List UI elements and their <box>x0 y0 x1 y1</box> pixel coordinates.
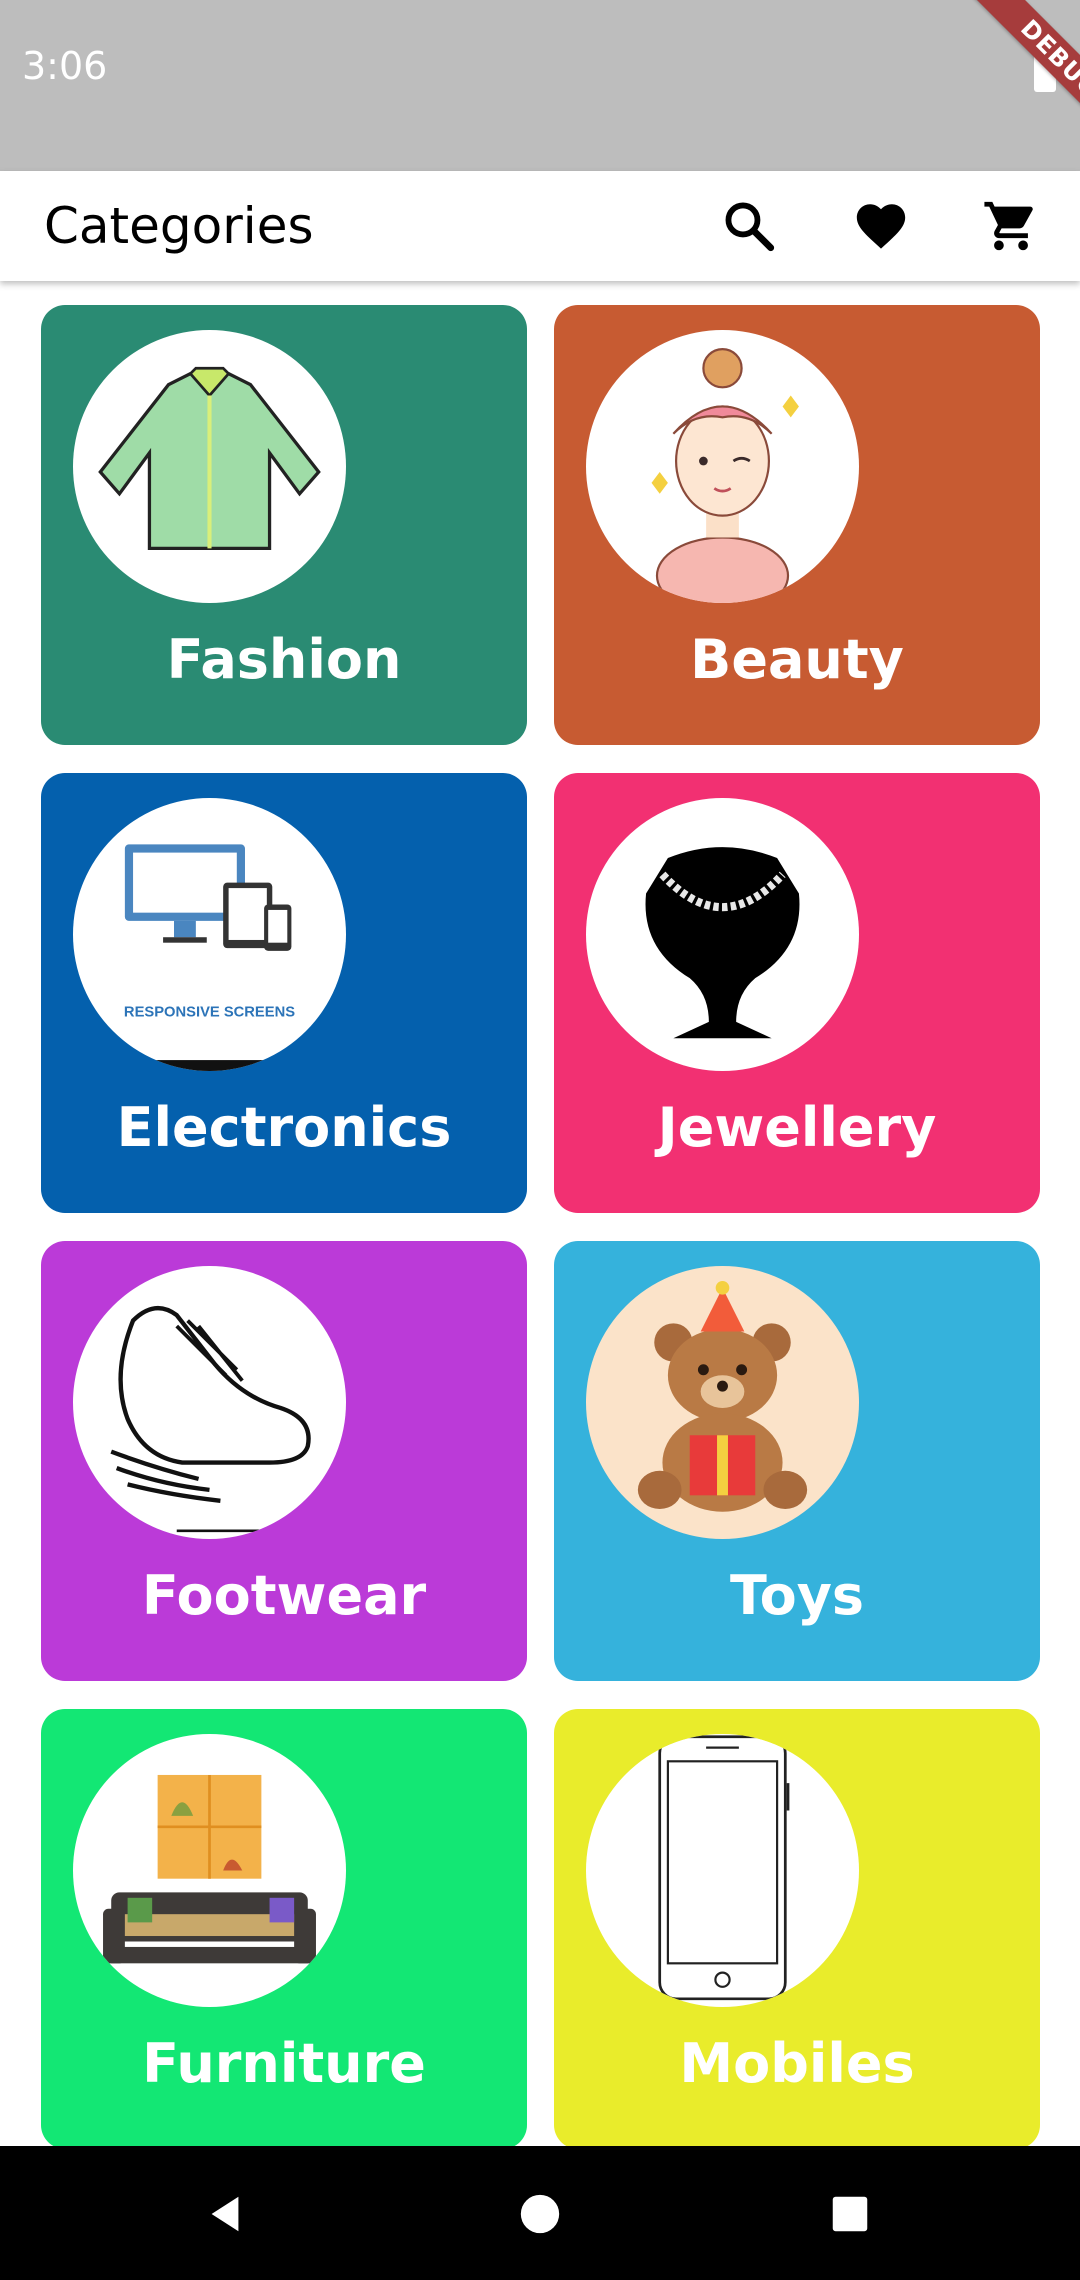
status-time: 3:06 <box>22 44 108 88</box>
home-icon <box>520 2194 560 2234</box>
category-label: Footwear <box>141 1564 427 1627</box>
favorites-button[interactable] <box>848 193 914 259</box>
back-icon <box>211 2196 239 2232</box>
shoe-icon <box>110 1306 311 1533</box>
category-card-furniture[interactable]: Furniture <box>41 1709 527 2149</box>
category-label: Electronics <box>116 1096 452 1159</box>
nav-home-button[interactable] <box>508 2182 572 2246</box>
category-label: Jewellery <box>657 1096 937 1159</box>
category-label: Beauty <box>690 628 904 691</box>
category-label: Fashion <box>166 628 402 691</box>
category-image-fashion <box>73 330 346 603</box>
category-image-mobiles <box>586 1734 859 2007</box>
category-card-fashion[interactable]: Fashion <box>41 305 527 745</box>
category-label: Toys <box>729 1564 865 1627</box>
teddy-bear-icon <box>637 1281 808 1512</box>
category-grid: Fashion Beauty RESPONSIVE SCREENS Electr… <box>41 305 1040 2149</box>
responsive-screens-icon: RESPONSIVE SCREENS <box>73 844 346 1071</box>
nav-recents-button[interactable] <box>818 2182 882 2246</box>
necklace-bust-icon <box>645 847 800 1039</box>
cart-button[interactable] <box>978 193 1044 259</box>
category-image-footwear <box>73 1266 346 1539</box>
category-label: Mobiles <box>679 2032 915 2095</box>
responsive-screens-caption: RESPONSIVE SCREENS <box>124 1004 295 1020</box>
system-nav-bar <box>0 2146 1080 2280</box>
nav-back-button[interactable] <box>193 2182 257 2246</box>
category-card-electronics[interactable]: RESPONSIVE SCREENS Electronics <box>41 773 527 1213</box>
category-image-beauty <box>586 330 859 603</box>
shirt-icon <box>98 366 321 551</box>
category-card-beauty[interactable]: Beauty <box>554 305 1040 745</box>
status-bar: 3:06 <box>0 0 1080 171</box>
category-image-furniture <box>73 1734 346 2007</box>
category-card-mobiles[interactable]: Mobiles <box>554 1709 1040 2149</box>
category-image-toys <box>586 1266 859 1539</box>
sofa-icon <box>103 1774 316 1964</box>
category-card-toys[interactable]: Toys <box>554 1241 1040 1681</box>
battery-icon <box>1034 49 1056 92</box>
category-image-electronics: RESPONSIVE SCREENS <box>73 798 346 1071</box>
page-title: Categories <box>44 197 314 255</box>
category-image-jewellery <box>586 798 859 1071</box>
category-card-jewellery[interactable]: Jewellery <box>554 773 1040 1213</box>
cart-icon <box>984 201 1033 251</box>
category-label: Furniture <box>142 2032 426 2095</box>
smartphone-icon <box>658 1735 790 2001</box>
recents-icon <box>832 2196 868 2232</box>
beauty-girl-icon <box>651 348 799 603</box>
heart-icon <box>856 204 906 249</box>
search-icon <box>725 202 775 252</box>
app-bar: Categories <box>0 171 1080 281</box>
search-button[interactable] <box>716 193 782 259</box>
category-card-footwear[interactable]: Footwear <box>41 1241 527 1681</box>
